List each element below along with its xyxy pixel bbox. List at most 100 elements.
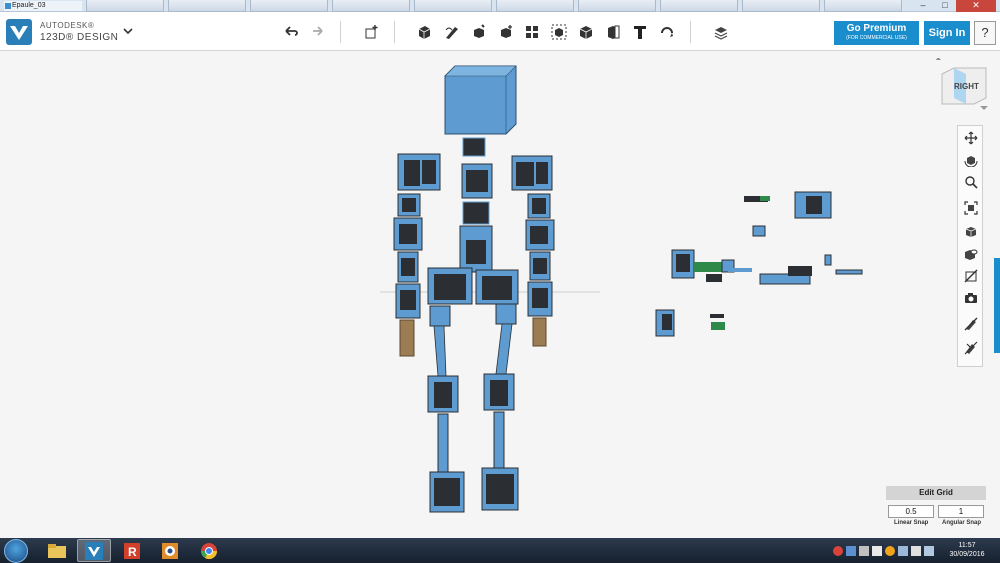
model-scene <box>380 65 863 513</box>
robot-hips[interactable] <box>427 267 519 327</box>
shaded-view-button[interactable] <box>961 222 981 242</box>
window-title-text: Epaule_03 <box>12 2 46 9</box>
tray-monitor-icon[interactable] <box>924 546 934 556</box>
svg-text:R: R <box>128 545 137 559</box>
pattern-button[interactable] <box>522 22 542 42</box>
brand-line1: AUTODESK® <box>40 21 95 30</box>
text-button[interactable] <box>630 22 650 42</box>
hide-mesh-button[interactable] <box>961 338 981 358</box>
media-icon <box>162 542 178 559</box>
camera-icon <box>965 293 977 303</box>
maximize-button[interactable]: □ <box>934 0 956 12</box>
pan-button[interactable] <box>961 128 981 148</box>
clock-time: 11:57 <box>958 542 976 549</box>
browser-tab[interactable] <box>578 0 656 12</box>
modify-button[interactable] <box>496 22 516 42</box>
taskbar: R 11:57 30/09/2016 <box>0 538 1000 563</box>
group-button[interactable] <box>549 22 569 42</box>
redo-button[interactable] <box>307 22 327 42</box>
transform-button[interactable] <box>361 22 381 42</box>
robot-left-leg[interactable] <box>427 325 465 513</box>
chevron-down-icon[interactable] <box>122 25 134 37</box>
browser-tab[interactable] <box>414 0 492 12</box>
measure-icon <box>608 25 620 39</box>
hide-button[interactable] <box>961 266 981 286</box>
browser-tab[interactable] <box>250 0 328 12</box>
system-tray <box>833 543 934 559</box>
app-icon <box>5 3 11 9</box>
linear-snap-field[interactable]: 0.5 <box>888 505 934 518</box>
material-icon <box>714 27 728 40</box>
combine-button[interactable] <box>576 22 596 42</box>
shaded-view-icon <box>965 227 977 237</box>
taskbar-123d-design[interactable] <box>77 539 111 562</box>
minimize-button[interactable]: – <box>912 0 934 12</box>
hide-sketch-button[interactable] <box>961 314 981 334</box>
angular-snap-label: Angular Snap <box>942 520 982 526</box>
robot-right-leg[interactable] <box>481 323 519 511</box>
go-premium-button[interactable]: Go Premium (FOR COMMERCIAL USE) <box>834 21 919 45</box>
undo-button[interactable] <box>281 22 301 42</box>
fit-button[interactable] <box>961 198 981 218</box>
browser-tab[interactable] <box>824 0 902 12</box>
close-button[interactable]: ✕ <box>956 0 996 12</box>
construct-button[interactable] <box>469 22 489 42</box>
tray-flag-icon[interactable] <box>872 546 882 556</box>
side-panel-handle[interactable] <box>994 258 1000 353</box>
edit-grid-button[interactable]: Edit Grid <box>886 486 986 500</box>
premium-label: Go Premium <box>846 23 907 34</box>
tray-update-icon[interactable] <box>885 546 895 556</box>
sketch-button[interactable] <box>442 22 462 42</box>
sign-in-button[interactable]: Sign In <box>924 21 970 45</box>
tray-drive-icon[interactable] <box>859 546 869 556</box>
app-logo-icon[interactable] <box>6 19 32 45</box>
tray-app-icon[interactable] <box>833 546 843 556</box>
zoom-button[interactable] <box>961 172 981 192</box>
hide-sketch-icon <box>964 317 978 331</box>
3d-viewport[interactable]: RIGHT Edit Grid 0.5 1 Linear Snap Angula… <box>0 52 1000 538</box>
taskbar-clock[interactable]: 11:57 30/09/2016 <box>945 541 989 559</box>
browser-tab[interactable] <box>86 0 164 12</box>
robot-head[interactable] <box>444 65 517 135</box>
robot-torso[interactable] <box>459 163 493 273</box>
sketch-icon <box>445 27 458 39</box>
zoom-icon <box>965 176 978 189</box>
view-cube[interactable]: RIGHT <box>934 57 990 114</box>
help-button[interactable]: ? <box>974 21 996 45</box>
taskbar-explorer[interactable] <box>40 539 74 562</box>
browser-tab[interactable] <box>332 0 410 12</box>
123d-design-icon <box>85 541 103 560</box>
robot-right-arm[interactable] <box>511 155 555 347</box>
browser-tab[interactable] <box>496 0 574 12</box>
tray-volume-icon[interactable] <box>911 546 921 556</box>
fit-icon <box>964 201 978 215</box>
primitives-icon <box>418 26 431 39</box>
angular-snap-field[interactable]: 1 <box>938 505 984 518</box>
undo-icon <box>285 26 298 36</box>
snap-icon <box>661 27 673 37</box>
visibility-icon <box>965 249 978 260</box>
loose-parts[interactable] <box>655 191 863 337</box>
snap-button[interactable] <box>657 22 677 42</box>
browser-tab[interactable] <box>742 0 820 12</box>
start-button[interactable] <box>4 539 28 563</box>
tray-display-icon[interactable] <box>898 546 908 556</box>
transform-icon <box>365 25 378 39</box>
primitives-button[interactable] <box>414 22 434 42</box>
measure-button[interactable] <box>603 22 623 42</box>
browser-tab[interactable] <box>660 0 738 12</box>
visibility-button[interactable] <box>961 244 981 264</box>
toolbar-divider <box>690 21 691 43</box>
material-button[interactable] <box>711 22 731 42</box>
pan-icon <box>964 131 978 145</box>
browser-tab[interactable] <box>168 0 246 12</box>
orbit-button[interactable] <box>961 150 981 170</box>
taskbar-chrome[interactable] <box>192 539 226 562</box>
tray-network-icon[interactable] <box>846 546 856 556</box>
hide-mesh-icon <box>964 341 978 355</box>
camera-button[interactable] <box>961 288 981 308</box>
pattern-icon <box>526 26 538 38</box>
orbit-icon <box>964 156 978 167</box>
taskbar-media[interactable] <box>153 539 187 562</box>
taskbar-roblox[interactable]: R <box>115 539 149 562</box>
